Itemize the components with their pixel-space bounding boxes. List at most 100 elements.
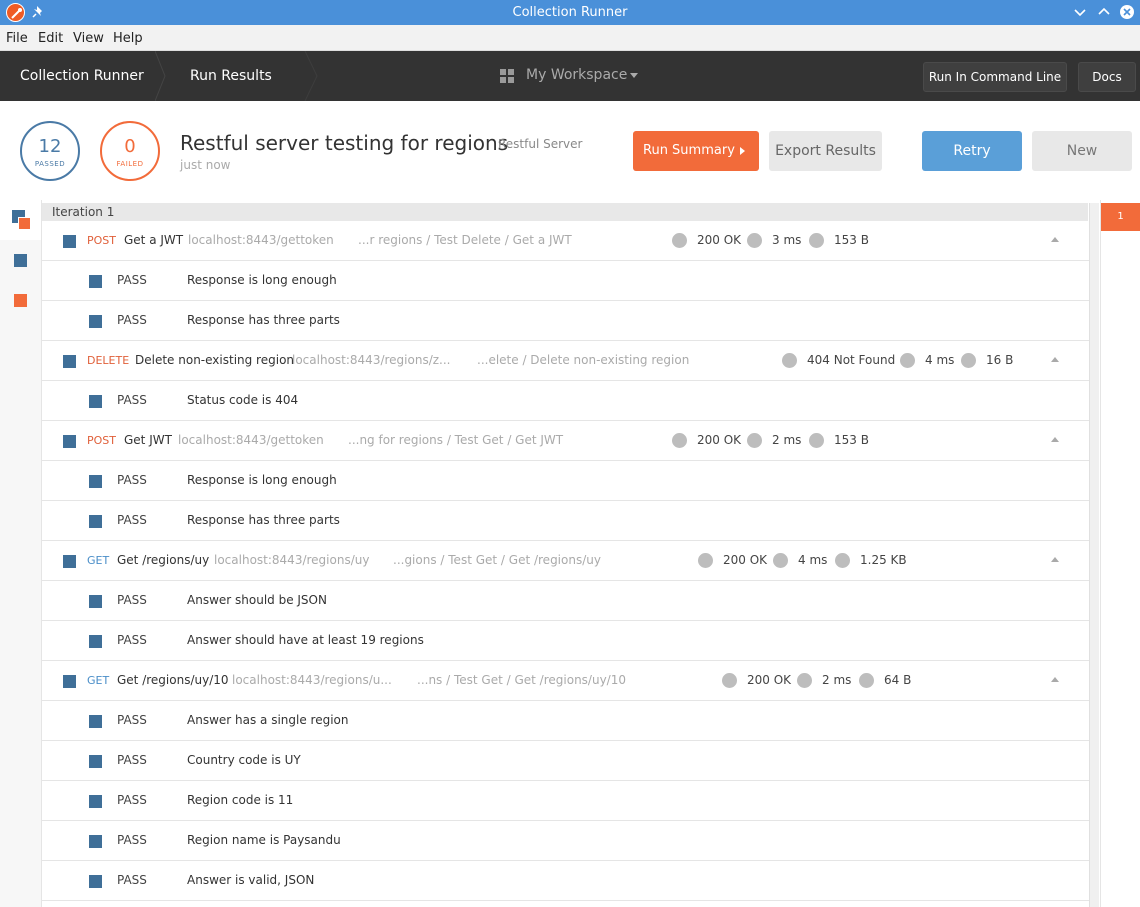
collapse-chevron-icon[interactable] xyxy=(1051,437,1059,442)
test-result: PASS xyxy=(117,793,147,807)
passed-count: 12 xyxy=(38,136,62,157)
test-result: PASS xyxy=(117,273,147,287)
run-in-command-line-button[interactable]: Run In Command Line xyxy=(923,62,1067,92)
test-row: PASS Answer should have at least 19 regio… xyxy=(42,621,1089,661)
retry-button[interactable]: Retry xyxy=(922,131,1022,171)
menu-view[interactable]: View xyxy=(73,31,104,46)
maximize-icon[interactable] xyxy=(1096,4,1112,20)
time-dot-icon xyxy=(747,433,762,448)
menu-edit[interactable]: Edit xyxy=(38,31,63,46)
filter-all[interactable] xyxy=(0,200,41,240)
request-url: localhost:8443/gettoken xyxy=(188,233,334,247)
request-name: Delete non-existing region xyxy=(135,353,295,367)
request-method: GET xyxy=(87,674,110,687)
minimize-icon[interactable] xyxy=(1072,4,1088,20)
test-row: PASS Answer is valid, JSON xyxy=(42,861,1089,901)
caret-right-icon xyxy=(740,147,745,155)
test-name: Region code is 11 xyxy=(187,793,294,807)
collapse-chevron-icon[interactable] xyxy=(1051,677,1059,682)
status-dot-icon xyxy=(672,233,687,248)
run-summary-label: Run Summary xyxy=(643,143,735,158)
request-url: localhost:8443/regions/uy xyxy=(214,553,370,567)
request-name: Get JWT xyxy=(124,433,172,447)
test-name: Status code is 404 xyxy=(187,393,299,407)
response-size: 64 B xyxy=(884,673,912,687)
iteration-tab[interactable]: 1 xyxy=(1101,203,1140,231)
request-row[interactable]: DELETE Delete non-existing region localhos… xyxy=(42,341,1089,381)
request-row[interactable]: POST Get JWT localhost:8443/gettoken ...ng … xyxy=(42,421,1089,461)
request-path: ...ng for regions / Test Get / Get JWT xyxy=(348,433,564,447)
request-row[interactable]: GET Get /regions/uy/10 localhost:8443/regi… xyxy=(42,661,1089,701)
test-pass-icon xyxy=(89,875,102,888)
run-summary-bar: 12 PASSED 0 FAILED Restful server testin… xyxy=(0,101,1140,200)
response-size: 16 B xyxy=(986,353,1014,367)
test-result: PASS xyxy=(117,313,147,327)
test-name: Region name is Paysandu xyxy=(187,833,341,847)
iteration-header: Iteration 1 xyxy=(42,203,1088,221)
response-time: 2 ms xyxy=(822,673,852,687)
test-result: PASS xyxy=(117,753,147,767)
test-pass-icon xyxy=(89,395,102,408)
filter-sidebar xyxy=(0,200,42,907)
request-method: POST xyxy=(87,234,116,247)
close-window-icon[interactable] xyxy=(1119,4,1135,20)
collapse-chevron-icon[interactable] xyxy=(1051,237,1059,242)
workspace-grid-icon xyxy=(500,69,514,83)
failed-count: 0 xyxy=(124,136,136,157)
iteration-sidebar xyxy=(1100,200,1140,907)
filter-failed[interactable] xyxy=(0,280,41,320)
size-dot-icon xyxy=(809,433,824,448)
request-result-icon xyxy=(63,235,76,248)
response-time: 3 ms xyxy=(772,233,802,247)
menu-file[interactable]: File xyxy=(6,31,28,46)
workspace-name: My Workspace xyxy=(526,67,628,83)
test-result: PASS xyxy=(117,593,147,607)
request-result-icon xyxy=(63,435,76,448)
request-name: Get a JWT xyxy=(124,233,184,247)
all-results-overlay-icon xyxy=(18,217,31,230)
request-row[interactable]: GET Get /regions/uy localhost:8443/regions… xyxy=(42,541,1089,581)
test-pass-icon xyxy=(89,715,102,728)
time-dot-icon xyxy=(747,233,762,248)
passed-count-badge: 12 PASSED xyxy=(20,121,80,181)
test-pass-icon xyxy=(89,795,102,808)
new-button[interactable]: New xyxy=(1032,131,1132,171)
status-dot-icon xyxy=(722,673,737,688)
status-dot-icon xyxy=(782,353,797,368)
test-row: PASS Response has three parts xyxy=(42,501,1089,541)
run-summary-button[interactable]: Run Summary xyxy=(633,131,759,171)
response-size: 153 B xyxy=(834,433,869,447)
test-pass-icon xyxy=(89,515,102,528)
request-path: ...gions / Test Get / Get /regions/uy xyxy=(393,553,601,567)
response-time: 2 ms xyxy=(772,433,802,447)
test-row: PASS Answer should be JSON xyxy=(42,581,1089,621)
size-dot-icon xyxy=(859,673,874,688)
scrollbar[interactable] xyxy=(1089,203,1099,907)
menu-help[interactable]: Help xyxy=(113,31,143,46)
docs-button[interactable]: Docs xyxy=(1078,62,1136,92)
filter-passed[interactable] xyxy=(0,240,41,280)
breadcrumb-run-results[interactable]: Run Results xyxy=(190,68,272,84)
test-pass-icon xyxy=(89,595,102,608)
test-name: Response has three parts xyxy=(187,313,340,327)
time-dot-icon xyxy=(773,553,788,568)
collapse-chevron-icon[interactable] xyxy=(1051,557,1059,562)
run-timestamp: just now xyxy=(180,158,231,172)
test-result: PASS xyxy=(117,713,147,727)
collapse-chevron-icon[interactable] xyxy=(1051,357,1059,362)
request-path: ...ns / Test Get / Get /regions/uy/10 xyxy=(417,673,626,687)
export-results-button[interactable]: Export Results xyxy=(769,131,882,171)
request-method: GET xyxy=(87,554,110,567)
request-row[interactable]: POST Get a JWT localhost:8443/gettoken ...r… xyxy=(42,221,1089,261)
breadcrumb-collection-runner[interactable]: Collection Runner xyxy=(20,68,144,84)
response-time: 4 ms xyxy=(925,353,955,367)
test-result: PASS xyxy=(117,393,147,407)
request-method: POST xyxy=(87,434,116,447)
size-dot-icon xyxy=(961,353,976,368)
request-url: localhost:8443/gettoken xyxy=(178,433,324,447)
passed-label: PASSED xyxy=(34,160,66,168)
failed-count-badge: 0 FAILED xyxy=(100,121,160,181)
test-row: PASS Region name is Paysandu xyxy=(42,821,1089,861)
test-name: Country code is UY xyxy=(187,753,301,767)
test-result: PASS xyxy=(117,513,147,527)
